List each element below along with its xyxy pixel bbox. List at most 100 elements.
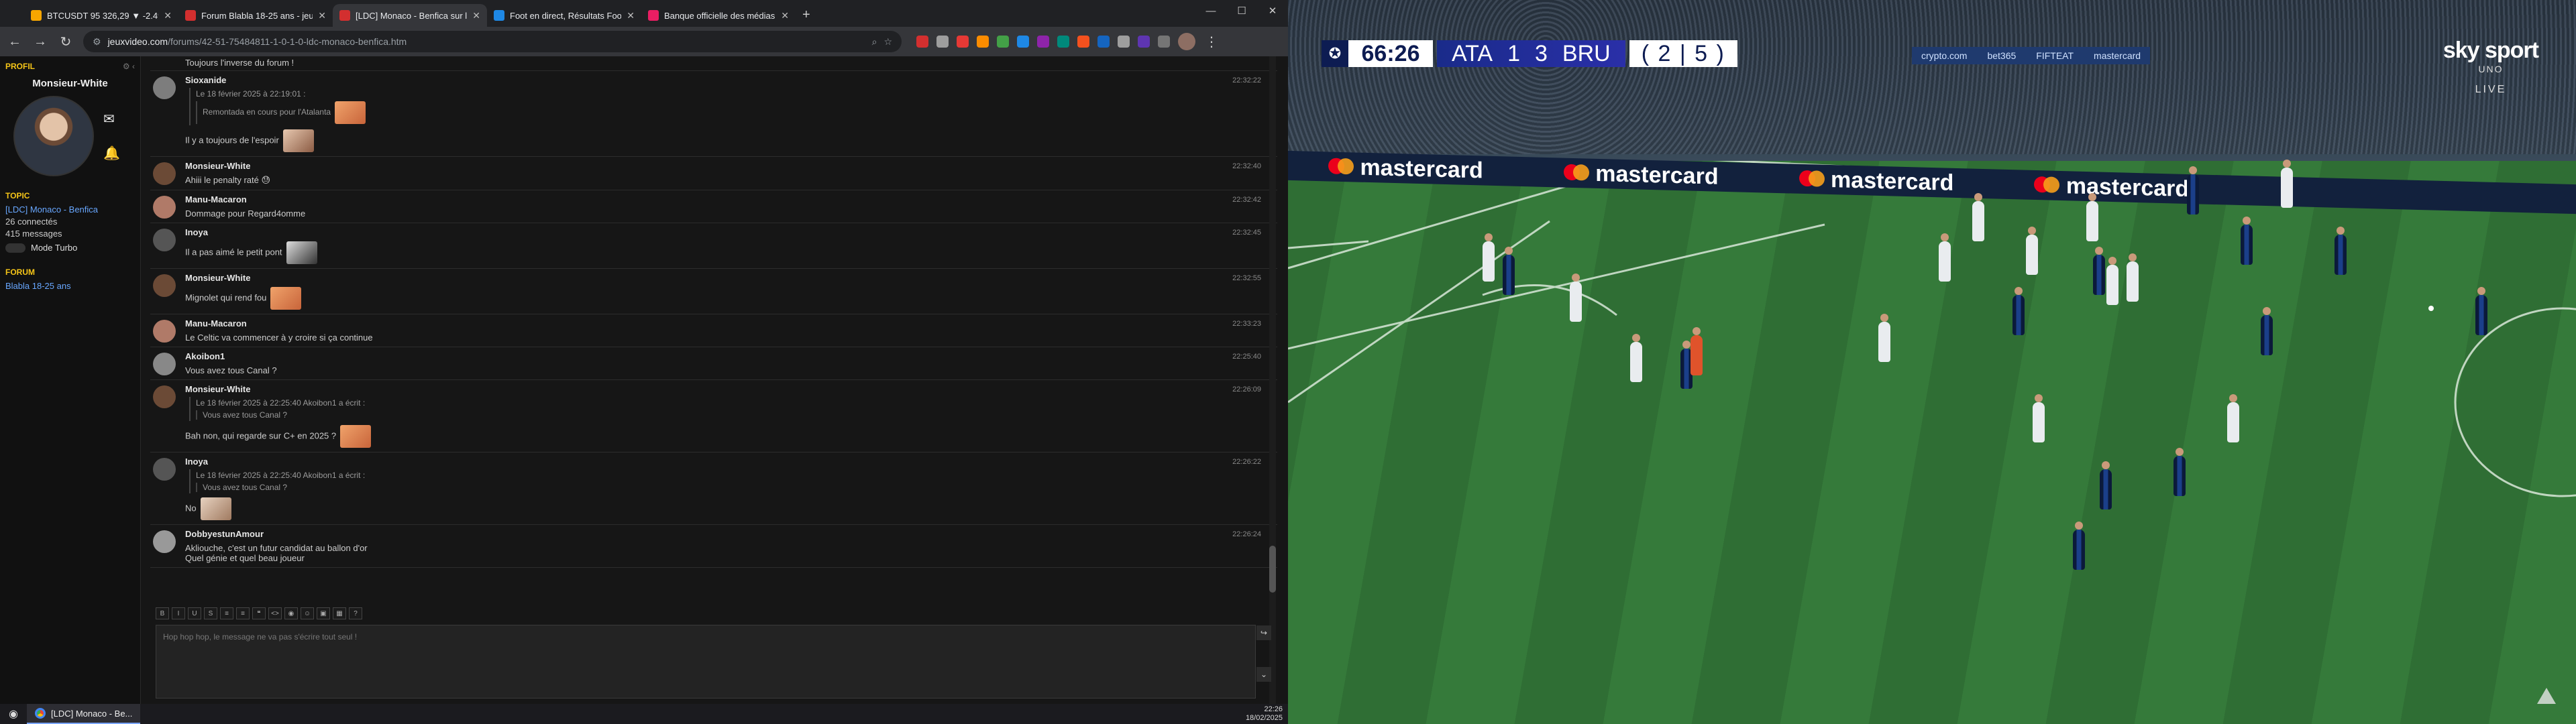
extension-icon[interactable]	[1057, 36, 1069, 48]
avatar[interactable]	[153, 353, 176, 375]
forward-arrow-icon[interactable]: →	[32, 34, 48, 50]
close-window-button[interactable]: ✕	[1257, 0, 1288, 21]
spoiler-button[interactable]: ◉	[284, 607, 298, 619]
bookmark-star-icon[interactable]: ☆	[883, 36, 892, 48]
scrollbar-thumb[interactable]	[1269, 546, 1276, 593]
post-date[interactable]: 22:32:42	[1232, 196, 1261, 204]
extension-icon[interactable]	[1017, 36, 1029, 48]
extension-icon[interactable]	[916, 36, 928, 48]
forum-link[interactable]: Blabla 18-25 ans	[5, 281, 135, 291]
post-author[interactable]: Monsieur-White	[185, 384, 1271, 394]
post-date[interactable]: 22:32:45	[1232, 229, 1261, 237]
tab-banque-medias[interactable]: Banque officielle des médias fo... ✕	[641, 4, 796, 27]
start-icon[interactable]: ◉	[0, 704, 27, 724]
taskbar-app-chrome[interactable]: [LDC] Monaco - Be...	[27, 704, 141, 724]
site-info-icon[interactable]: ⚙	[93, 36, 101, 48]
extension-icon[interactable]	[957, 36, 969, 48]
post-author[interactable]: Inoya	[185, 227, 1271, 237]
post-date[interactable]: 22:32:55	[1232, 274, 1261, 282]
extension-icon[interactable]	[1097, 36, 1110, 48]
avatar[interactable]	[153, 320, 176, 343]
close-icon[interactable]: ✕	[164, 10, 172, 21]
table-button[interactable]: ▦	[333, 607, 346, 619]
post-date[interactable]: 22:26:22	[1232, 458, 1261, 466]
turbo-toggle[interactable]	[5, 243, 25, 253]
post-author[interactable]: Manu-Macaron	[185, 318, 1271, 328]
address-bar[interactable]: ⚙ jeuxvideo.com/forums/42-51-75484811-1-…	[83, 31, 902, 52]
numbered-list-button[interactable]: ≡	[236, 607, 250, 619]
clock[interactable]: 22:26 18/02/2025	[1246, 705, 1288, 723]
post-date[interactable]: 22:32:40	[1232, 162, 1261, 170]
bullet-list-button[interactable]: ≡	[220, 607, 233, 619]
sidepanel-icon[interactable]	[1158, 36, 1170, 48]
new-tab-button[interactable]: +	[802, 7, 810, 23]
avatar[interactable]	[153, 274, 176, 297]
avatar[interactable]	[153, 196, 176, 219]
post-quote: Le 18 février 2025 à 22:25:40 Akoibon1 a…	[189, 397, 1271, 421]
post-author[interactable]: Manu-Macaron	[185, 194, 1271, 204]
gear-icon[interactable]: ⚙	[123, 62, 130, 71]
post-author[interactable]: Akoibon1	[185, 351, 1271, 361]
post-author[interactable]: Sioxanide	[185, 75, 1271, 85]
avatar[interactable]	[153, 458, 176, 481]
post-date[interactable]: 22:26:09	[1232, 385, 1261, 394]
chevron-down-icon[interactable]: ⌄	[1256, 667, 1271, 682]
bold-button[interactable]: B	[156, 607, 169, 619]
post-author[interactable]: DobbyestunAmour	[185, 529, 1271, 539]
post-text: Le Celtic va commencer à y croire si ça …	[185, 333, 373, 343]
profile-username[interactable]: Monsieur-White	[5, 78, 135, 89]
print-icon[interactable]	[936, 36, 949, 48]
code-button[interactable]: <>	[268, 607, 282, 619]
extension-icon[interactable]	[977, 36, 989, 48]
menu-kebab-icon[interactable]: ⋮	[1203, 34, 1220, 50]
quote-button[interactable]: ❝	[252, 607, 266, 619]
close-icon[interactable]: ✕	[318, 10, 326, 21]
mastercard-logo-icon	[1564, 164, 1589, 180]
tab-forum-blabla[interactable]: Forum Blabla 18-25 ans - jeuxv... ✕	[178, 4, 333, 27]
avatar[interactable]	[153, 530, 176, 553]
post-date[interactable]: 22:32:22	[1232, 76, 1261, 84]
mail-icon[interactable]: ✉	[103, 111, 120, 127]
avatar[interactable]	[153, 162, 176, 185]
avatar[interactable]	[153, 76, 176, 99]
post-date[interactable]: 22:25:40	[1232, 353, 1261, 361]
close-icon[interactable]: ✕	[472, 10, 480, 21]
tab-foot-en-direct[interactable]: Foot en direct, Résultats Foot, S... ✕	[487, 4, 641, 27]
puzzle-icon[interactable]	[1118, 36, 1130, 48]
topic-link[interactable]: [LDC] Monaco - Benfica	[5, 204, 135, 215]
post-date[interactable]: 22:33:23	[1232, 320, 1261, 328]
strike-button[interactable]: S	[204, 607, 217, 619]
smiley-button[interactable]: ☺	[301, 607, 314, 619]
italic-button[interactable]: I	[172, 607, 185, 619]
maximize-button[interactable]: ☐	[1226, 0, 1257, 21]
close-icon[interactable]: ✕	[627, 10, 635, 21]
post-date[interactable]: 22:26:24	[1232, 530, 1261, 538]
zoom-icon[interactable]: ⌕	[872, 36, 877, 48]
tab-btcusdt[interactable]: BTCUSDT 95 326,29 ▼ -2.49% A... ✕	[24, 4, 178, 27]
reload-icon[interactable]: ↻	[58, 34, 74, 50]
tab-ldc-monaco-benfica[interactable]: [LDC] Monaco - Benfica sur le fo... ✕	[333, 4, 487, 27]
post-author[interactable]: Monsieur-White	[185, 273, 1271, 283]
home-team: ATA	[1452, 40, 1493, 66]
help-button[interactable]: ?	[349, 607, 362, 619]
avatar[interactable]	[13, 96, 94, 176]
message-textarea[interactable]: Hop hop hop, le message ne va pas s'écri…	[156, 625, 1271, 699]
extension-icon[interactable]	[1037, 36, 1049, 48]
image-button[interactable]: ▣	[317, 607, 330, 619]
back-arrow-icon[interactable]: ←	[7, 34, 23, 50]
extension-icon[interactable]	[997, 36, 1009, 48]
underline-button[interactable]: U	[188, 607, 201, 619]
extension-icon[interactable]	[1138, 36, 1150, 48]
close-icon[interactable]: ✕	[781, 10, 789, 21]
minimize-button[interactable]: —	[1195, 0, 1226, 21]
collapse-icon[interactable]: ‹	[132, 62, 135, 71]
send-icon[interactable]: ↪	[1256, 625, 1271, 640]
player	[2261, 307, 2273, 355]
profile-avatar[interactable]	[1178, 33, 1195, 50]
bell-icon[interactable]: 🔔	[103, 145, 120, 162]
avatar[interactable]	[153, 385, 176, 408]
post-author[interactable]: Monsieur-White	[185, 161, 1271, 171]
extension-icon[interactable]	[1077, 36, 1089, 48]
post-author[interactable]: Inoya	[185, 457, 1271, 467]
avatar[interactable]	[153, 229, 176, 251]
